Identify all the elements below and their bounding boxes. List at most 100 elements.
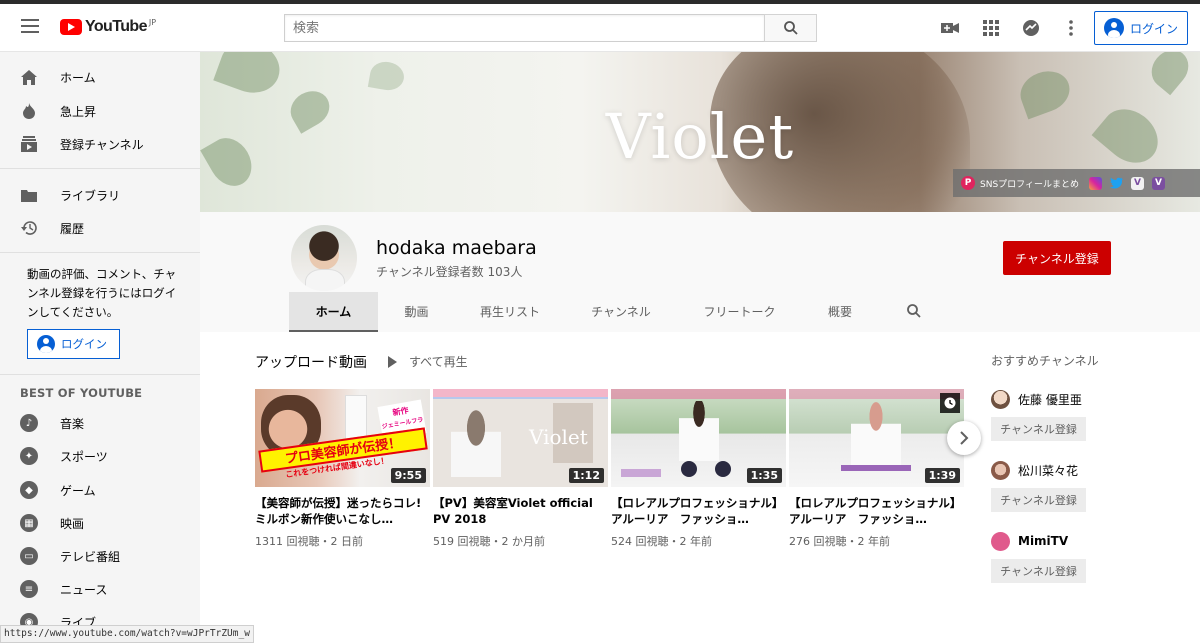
logo-text: YouTube (85, 18, 147, 35)
recommended-channel: 佐藤 優里亜 チャンネル登録 (991, 389, 1151, 441)
thumbnail-badge-text: 新作 (391, 405, 410, 418)
sidebar-item-news[interactable]: ≡ ニュース (0, 572, 200, 606)
twitter-icon[interactable] (1109, 177, 1123, 190)
signin-message: 動画の評価、コメント、チャンネル登録を行うにはログインしてください。 (27, 267, 177, 319)
video-meta: 276 回視聴・2 年前 (789, 535, 890, 548)
video-meta: 1311 回視聴・2 日前 (255, 535, 363, 548)
video-meta: 524 回視聴・2 年前 (611, 535, 712, 548)
tab-playlists[interactable]: 再生リスト (455, 292, 565, 330)
recommended-subscribe-button[interactable]: チャンネル登録 (991, 488, 1086, 512)
banner-links-bar[interactable]: P SNSプロフィールまとめ V V (953, 169, 1200, 197)
recommended-channel-name[interactable]: MimiTV (1018, 534, 1068, 548)
video-thumbnail[interactable]: 1:35 (611, 389, 786, 487)
thumbnail-header-strip (611, 389, 786, 399)
sidebar-login-button[interactable]: ログイン (27, 329, 120, 359)
video-title[interactable]: 【ロレアルプロフェッショナル】アルーリア ファッショ… (789, 495, 964, 527)
sidebar-item-trending[interactable]: 急上昇 (0, 94, 200, 128)
sidebar-item-gaming[interactable]: ◆ ゲーム (0, 473, 200, 507)
subscribe-button[interactable]: チャンネル登録 (1003, 241, 1111, 275)
watch-later-icon[interactable] (940, 393, 960, 413)
sidebar-item-movies[interactable]: ▦ 映画 (0, 506, 200, 540)
sidebar-item-label: テレビ番組 (60, 549, 121, 564)
gaming-icon: ◆ (20, 481, 38, 499)
recommended-subscribe-button[interactable]: チャンネル登録 (991, 417, 1086, 441)
tab-channels[interactable]: チャンネル (565, 292, 677, 330)
logo-region: JP (148, 17, 157, 27)
violet-link-icon[interactable]: V (1130, 176, 1144, 190)
recommended-channel: MimiTV チャンネル登録 (991, 531, 1151, 583)
sidebar-item-label: 履歴 (60, 221, 85, 236)
video-card[interactable]: 1:35 【ロレアルプロフェッショナル】アルーリア ファッショ… 524 回視聴… (611, 389, 786, 549)
video-card[interactable]: Violet 1:12 【PV】美容室Violet official PV 20… (433, 389, 608, 549)
video-thumbnail[interactable]: 1:39 (789, 389, 964, 487)
profile-link-icon[interactable]: P (961, 176, 975, 190)
video-duration: 1:39 (924, 468, 960, 483)
search-button[interactable] (764, 14, 817, 42)
thumbnail-caption: Violet (529, 425, 588, 449)
sidebar-item-home[interactable]: ホーム (0, 60, 200, 94)
tab-search[interactable] (894, 292, 934, 330)
play-icon (388, 355, 397, 368)
video-camera-icon[interactable] (940, 18, 960, 38)
channel-avatar[interactable] (991, 531, 1010, 551)
channel-avatar[interactable] (991, 389, 1010, 409)
tab-home[interactable]: ホーム (289, 292, 378, 332)
video-duration: 9:55 (390, 468, 426, 483)
news-icon: ≡ (20, 580, 38, 598)
video-title[interactable]: 【美容師が伝授】迷ったらコレ!ミルボン新作使いこなし… (255, 495, 430, 527)
sports-icon: ✦ (20, 447, 38, 465)
sidebar-item-label: ニュース (60, 582, 108, 597)
video-title[interactable]: 【PV】美容室Violet official PV 2018 (433, 495, 608, 527)
music-icon: ♪ (20, 414, 38, 432)
sns-profile-link[interactable]: SNSプロフィールまとめ (980, 177, 1079, 190)
apps-grid-icon[interactable] (981, 18, 1001, 38)
masthead: YouTube JP ログイン (0, 4, 1200, 52)
more-vert-icon[interactable] (1061, 18, 1081, 38)
channel-avatar[interactable] (991, 460, 1010, 480)
sidebar-item-label: ライブラリ (60, 188, 121, 203)
tab-about[interactable]: 概要 (802, 292, 878, 330)
sidebar-item-music[interactable]: ♪ 音楽 (0, 406, 200, 440)
search-icon (783, 21, 798, 35)
recommended-channel-name[interactable]: 佐藤 優里亜 (1018, 391, 1082, 408)
channel-avatar[interactable] (291, 225, 357, 291)
menu-icon[interactable] (21, 19, 39, 33)
tab-discussion[interactable]: フリートーク (677, 292, 802, 330)
subscriptions-icon (20, 135, 38, 153)
sidebar-item-sports[interactable]: ✦ スポーツ (0, 439, 200, 473)
recommended-subscribe-button[interactable]: チャンネル登録 (991, 559, 1086, 583)
play-all-button[interactable]: すべて再生 (388, 353, 468, 370)
thumbnail-strip (841, 465, 911, 471)
home-icon (20, 68, 38, 86)
messages-icon[interactable] (1021, 18, 1041, 38)
thumbnail-person (851, 401, 901, 471)
video-title[interactable]: 【ロレアルプロフェッショナル】アルーリア ファッショ… (611, 495, 786, 527)
tab-videos[interactable]: 動画 (378, 292, 455, 330)
recommended-channel-name[interactable]: 松川菜々花 (1018, 462, 1078, 479)
sidebar-item-tv[interactable]: ▭ テレビ番組 (0, 539, 200, 573)
youtube-logo[interactable]: YouTube JP (60, 16, 156, 38)
shelf-next-button[interactable] (947, 421, 981, 455)
subscriber-count: チャンネル登録者数 103人 (376, 265, 523, 279)
header-login-label: ログイン (1130, 21, 1179, 36)
recommended-channel: 松川菜々花 チャンネル登録 (991, 460, 1151, 512)
youtube-play-icon (60, 19, 82, 35)
account-icon (1104, 18, 1124, 38)
channel-header: hodaka maebara チャンネル登録者数 103人 チャンネル登録 ホー… (200, 212, 1200, 332)
header-login-button[interactable]: ログイン (1094, 11, 1188, 45)
video-thumbnail[interactable]: Violet 1:12 (433, 389, 608, 487)
video-card[interactable]: 新作 ジェミールフラン プロ美容師が伝授！ これをつければ間違いなし！ 9:55 … (255, 389, 430, 549)
channel-banner: Violet P SNSプロフィールまとめ V V (200, 52, 1200, 212)
video-thumbnail[interactable]: 新作 ジェミールフラン プロ美容師が伝授！ これをつければ間違いなし！ 9:55 (255, 389, 430, 487)
sidebar-item-history[interactable]: 履歴 (0, 211, 200, 245)
sidebar-item-subscriptions[interactable]: 登録チャンネル (0, 127, 200, 161)
banner-leaf (367, 59, 407, 93)
instagram-icon[interactable] (1088, 176, 1102, 190)
uploads-section-title[interactable]: アップロード動画 (255, 352, 367, 372)
video-card[interactable]: 1:39 【ロレアルプロフェッショナル】アルーリア ファッショ… 276 回視聴… (789, 389, 964, 549)
status-bar-url: https://www.youtube.com/watch?v=wJPrTrZU… (0, 625, 254, 643)
search-input[interactable] (284, 14, 764, 42)
sidebar-item-library[interactable]: ライブラリ (0, 178, 200, 212)
violet-link-icon[interactable]: V (1151, 176, 1165, 190)
sidebar-item-label: 登録チャンネル (60, 137, 144, 152)
